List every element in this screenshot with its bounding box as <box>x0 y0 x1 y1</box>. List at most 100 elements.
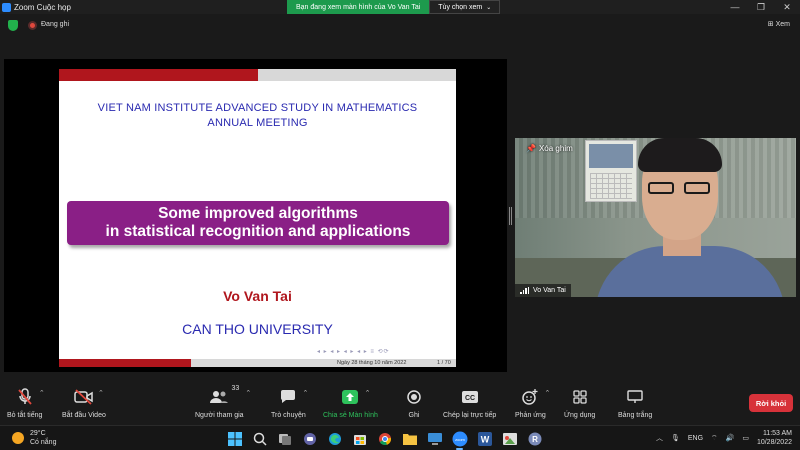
participants-label: Người tham gia <box>195 412 244 419</box>
meeting-toolbar: ⌃ Bỏ tắt tiếng ⌃ Bắt đầu Video 33 ⌃ Ngườ… <box>0 383 800 425</box>
unmute-button[interactable]: ⌃ Bỏ tắt tiếng <box>7 387 45 419</box>
svg-text:W: W <box>480 434 489 444</box>
participant-name: Vo Van Tai <box>533 287 566 294</box>
whiteboard-icon <box>625 387 645 407</box>
apps-button[interactable]: Ứng dụng <box>564 387 595 419</box>
smiley-plus-icon: ⌃ <box>520 387 550 407</box>
view-button[interactable]: ⊞ Xem <box>768 20 790 28</box>
word-icon[interactable]: W <box>475 429 494 448</box>
muted-microphone-icon: ⌃ <box>15 387 45 407</box>
live-transcript-label: Chép lại trực tiếp <box>443 412 497 419</box>
slide-title-line2: in statistical recognition and applicati… <box>105 223 411 240</box>
share-options-caret[interactable]: ⌃ <box>365 389 371 397</box>
video-off-icon: ⌃ <box>74 387 104 407</box>
window-title: Zoom Cuộc họp <box>14 2 71 12</box>
participants-count: 33 <box>231 385 240 392</box>
windows-start-icon[interactable] <box>225 429 244 448</box>
pin-icon: 📌 <box>526 144 536 153</box>
presentation-slide: VIET NAM INSTITUTE ADVANCED STUDY IN MAT… <box>59 69 456 367</box>
live-transcript-button[interactable]: CC Chép lại trực tiếp <box>443 387 496 419</box>
beamer-navigation-icons: ◂ ▸ ◂ ▸ ◂ ▸ ◂ ▸ ≡ ⟲⟳ <box>317 349 390 355</box>
apps-label: Ứng dụng <box>564 412 596 419</box>
view-options-button[interactable]: Tùy chọn xem ⌄ <box>429 0 501 14</box>
task-view-icon[interactable] <box>275 429 294 448</box>
start-video-button[interactable]: ⌃ Bắt đầu Video <box>62 387 106 419</box>
record-button[interactable]: Ghi <box>404 387 424 419</box>
close-button[interactable]: ✕ <box>774 0 800 14</box>
search-icon[interactable] <box>250 429 269 448</box>
weather-widget[interactable]: 29°C Có nắng <box>12 429 56 447</box>
chrome-browser-icon[interactable] <box>375 429 394 448</box>
participant-video-tile[interactable]: 📌 Xóa ghim Vo Van Tai <box>515 138 796 297</box>
panel-resize-handle[interactable] <box>509 207 512 225</box>
file-explorer-icon[interactable] <box>400 429 419 448</box>
slide-institute: VIET NAM INSTITUTE ADVANCED STUDY IN MAT… <box>59 101 456 131</box>
chat-options-caret[interactable]: ⌃ <box>303 389 309 397</box>
recording-label: Đang ghi <box>41 21 70 28</box>
start-video-label: Bắt đầu Video <box>62 412 106 419</box>
chat-button[interactable]: ⌃ Trò chuyện <box>271 387 308 419</box>
slide-author: Vo Van Tai <box>223 288 292 304</box>
snipping-tool-icon[interactable] <box>500 429 519 448</box>
chevron-up-icon[interactable]: ︿ <box>656 433 663 443</box>
sun-icon <box>12 432 24 444</box>
share-screen-icon: ⌃ <box>340 387 370 407</box>
svg-text:zoom: zoom <box>455 437 465 442</box>
slide-university: CAN THO UNIVERSITY <box>182 321 333 337</box>
participants-button[interactable]: 33 ⌃ Người tham gia <box>195 385 251 419</box>
chat-icon: ⌃ <box>278 387 308 407</box>
unpin-button[interactable]: 📌 Xóa ghim <box>526 144 573 153</box>
language-indicator[interactable]: ENG <box>688 435 703 442</box>
wall-calendar-image <box>585 140 637 202</box>
whiteboard-button[interactable]: Bảng trắng <box>618 387 652 419</box>
meeting-info-row: Đang ghi ⊞ Xem <box>0 14 800 38</box>
view-options-label: Tùy chọn xem <box>438 3 483 11</box>
wifi-icon[interactable]: ⌔ <box>711 434 718 443</box>
participant-hair <box>638 138 722 172</box>
recording-icon[interactable] <box>28 21 37 30</box>
taskbar-clock[interactable]: 11:53 AM 10/28/2022 <box>757 429 792 447</box>
video-options-caret[interactable]: ⌃ <box>98 389 104 397</box>
minimize-button[interactable]: — <box>722 0 748 14</box>
os-taskbar: 29°C Có nắng zoom W R ︿ 🎙 ENG ⌔ 🔊 ▭ 11:5… <box>0 425 800 450</box>
remote-desktop-icon[interactable] <box>425 429 444 448</box>
audio-options-caret[interactable]: ⌃ <box>39 389 45 397</box>
svg-text:R: R <box>532 435 538 444</box>
slide-header-bar <box>59 69 258 81</box>
share-banner-text: Bạn đang xem màn hình của Vo Van Tai <box>287 0 430 14</box>
participants-options-caret[interactable]: ⌃ <box>245 389 251 397</box>
chevron-down-icon: ⌄ <box>486 4 492 11</box>
reactions-button[interactable]: ⌃ Phản ứng <box>515 387 550 419</box>
record-label: Ghi <box>408 412 420 419</box>
security-shield-icon[interactable] <box>8 20 18 31</box>
zoom-app-icon <box>2 2 11 12</box>
maximize-button[interactable]: ❐ <box>748 0 774 14</box>
zoom-taskbar-icon[interactable]: zoom <box>450 429 469 450</box>
clock-time: 11:53 AM <box>762 430 792 437</box>
weather-temperature: 29°C <box>30 430 46 437</box>
institute-line1: VIET NAM INSTITUTE ADVANCED STUDY IN MAT… <box>97 102 418 114</box>
institute-line2: ANNUAL MEETING <box>207 117 308 129</box>
system-tray: ︿ 🎙 ENG ⌔ 🔊 ▭ 11:53 AM 10/28/2022 <box>656 429 792 447</box>
reactions-label: Phản ứng <box>515 412 546 419</box>
volume-icon[interactable]: 🔊 <box>726 434 735 442</box>
slide-footer-bar <box>59 359 191 367</box>
view-button-label: Xem <box>775 21 790 28</box>
unpin-label: Xóa ghim <box>538 144 573 153</box>
taskbar-apps: zoom W R <box>225 429 544 450</box>
unmute-label: Bỏ tắt tiếng <box>7 412 43 419</box>
microphone-icon[interactable]: 🎙 <box>671 434 680 442</box>
microsoft-store-icon[interactable] <box>350 429 369 448</box>
edge-browser-icon[interactable] <box>325 429 344 448</box>
view-grid-icon: ⊞ <box>767 21 774 28</box>
leave-meeting-button[interactable]: Rời khỏi <box>749 394 793 412</box>
weather-condition: Có nắng <box>30 439 57 446</box>
closed-caption-icon: CC <box>460 387 480 407</box>
slide-header-bar-grey <box>258 69 456 81</box>
r-app-icon[interactable]: R <box>525 429 544 448</box>
share-screen-button[interactable]: ⌃ Chia sẻ Màn hình <box>323 387 378 419</box>
chat-label: Trò chuyện <box>271 412 306 419</box>
teams-chat-icon[interactable] <box>300 429 319 448</box>
reactions-options-caret[interactable]: ⌃ <box>545 389 551 397</box>
battery-icon[interactable]: ▭ <box>742 434 749 442</box>
